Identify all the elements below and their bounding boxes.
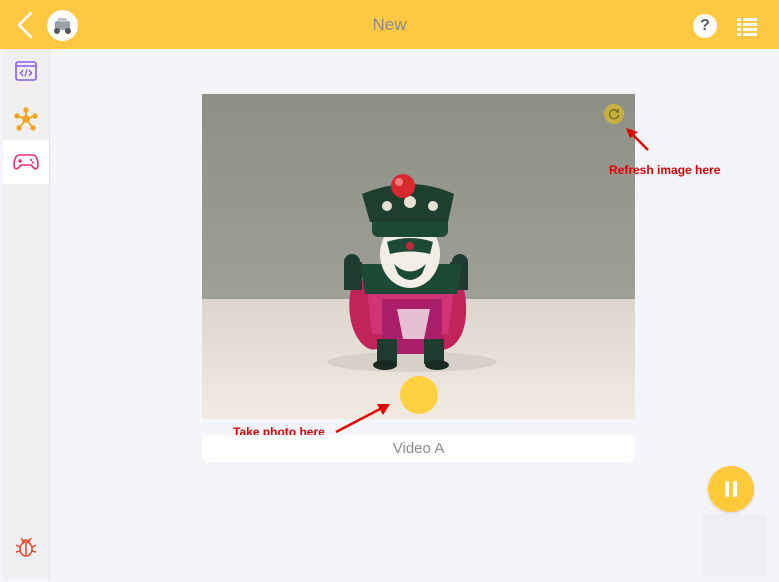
corner-panel: [702, 514, 766, 576]
network-node-icon: [14, 107, 38, 131]
page-title: New: [372, 15, 407, 34]
robot-car-icon: [47, 10, 78, 41]
sidebar-item-network[interactable]: [3, 97, 49, 141]
back-button[interactable]: [14, 11, 38, 39]
camera-image: [202, 94, 635, 419]
menu-button[interactable]: [736, 15, 758, 37]
refresh-annotation: Refresh image here: [609, 163, 721, 177]
take-photo-button[interactable]: [400, 376, 438, 414]
sidebar: [3, 49, 50, 579]
camera-preview: [202, 94, 635, 419]
gamepad-icon: [13, 154, 39, 170]
arrow-icon: [335, 404, 390, 434]
pause-icon: [725, 481, 737, 497]
code-window-icon: [15, 61, 37, 81]
device-avatar[interactable]: [47, 10, 78, 41]
sidebar-item-code[interactable]: [3, 49, 49, 93]
chevron-left-icon: [17, 11, 33, 39]
video-label: Video A: [202, 435, 635, 462]
sidebar-item-debug[interactable]: [3, 525, 49, 569]
arrow-icon: [626, 128, 649, 151]
help-button[interactable]: ?: [693, 14, 717, 38]
list-icon: [737, 18, 757, 36]
pause-button[interactable]: [708, 466, 754, 512]
top-bar: New ?: [0, 0, 779, 49]
bug-icon: [15, 537, 37, 557]
sidebar-item-gamepad[interactable]: [3, 140, 49, 184]
refresh-icon: [608, 108, 620, 120]
